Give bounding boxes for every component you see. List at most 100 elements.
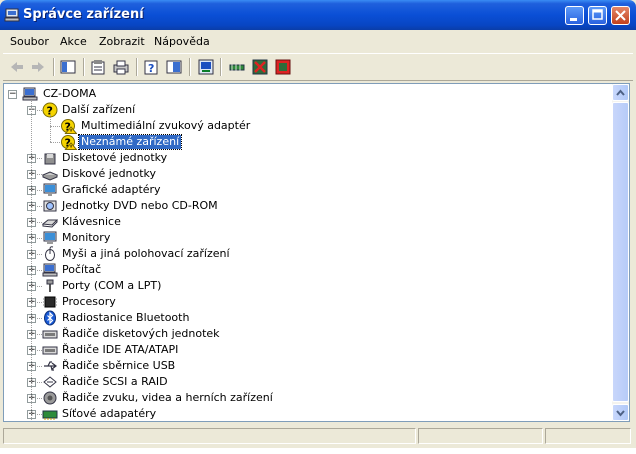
minimize-icon [570,18,577,21]
scsi-icon [43,376,57,388]
disable-device-icon[interactable] [251,58,269,76]
forward-arrow-icon[interactable] [29,58,47,76]
scroll-down-button[interactable] [612,404,629,421]
status-bar [3,426,633,446]
background-strip [0,448,636,454]
tree-category-label: Řadiče sběrnice USB [62,359,176,372]
tree-category[interactable]: + Grafické adaptéry [4,182,604,198]
tree-category-label: Jednotky DVD nebo CD-ROM [62,199,218,212]
device-tree[interactable]: − CZ-DOMA −? Další zařízení? Multimediální z… [3,83,630,422]
chevron-up-icon [616,89,625,96]
tree-category[interactable]: + Myši a jiná polohovací zařízení [4,246,604,262]
device-manager-window: Správce zařízení Soubor Akce Zobrazit Ná… [0,0,636,448]
network-adapter-icon [42,410,58,420]
help-icon[interactable]: ? [142,58,160,76]
toolbar-separator [136,58,138,76]
vertical-scrollbar[interactable] [612,84,629,421]
tree-category[interactable]: + Disketové jednotky [4,150,604,166]
tree-device[interactable]: ? Multimediální zvukový adaptér [4,118,604,134]
back-arrow-icon[interactable] [8,58,26,76]
properties-icon[interactable] [89,58,107,76]
tree-category[interactable]: + Počítač [4,262,604,278]
usb-icon [44,361,57,371]
keyboard-icon [42,219,58,228]
tree-device[interactable]: ? Neznámé zařízení [4,134,604,150]
tree-category-label: Diskové jednotky [62,167,157,180]
maximize-icon [592,9,603,20]
tree-root-label: CZ-DOMA [43,87,97,100]
tree-category[interactable]: + Klávesnice [4,214,604,230]
minimize-button[interactable] [565,6,584,25]
tree-device-label: Multimediální zvukový adaptér [81,119,251,132]
controller-icon [42,330,58,339]
warning-device-icon: ? [61,135,77,150]
tree-category-label: Řadiče zvuku, videa a herních zařízení [62,391,273,404]
tree-line [31,100,33,420]
scroll-up-button[interactable] [612,84,629,101]
floppy-drive-icon [44,153,56,165]
close-button[interactable] [611,6,630,25]
tree-category-label: Radiostanice Bluetooth [62,311,190,324]
tree-line [50,142,60,144]
tree-category[interactable]: + Diskové jednotky [4,166,604,182]
toolbar-separator [189,58,191,76]
collapse-icon[interactable]: − [8,90,17,99]
processor-icon [43,296,57,308]
device-manager-icon [4,8,20,22]
monitor-icon [43,231,57,244]
menu-help[interactable]: Nápověda [154,35,210,48]
scroll-thumb[interactable] [612,102,629,402]
tree-category[interactable]: + Porty (COM a LPT) [4,278,604,294]
warning-device-icon: ? [61,119,77,134]
toolbar: ? [3,53,633,81]
tree-category[interactable]: −? Další zařízení [4,102,604,118]
mouse-icon [45,246,55,261]
tree-category[interactable]: + Radiostanice Bluetooth [4,310,604,326]
scan-hardware-icon[interactable] [197,58,215,76]
print-icon[interactable] [112,58,130,76]
tree-category[interactable]: + Monitory [4,230,604,246]
tree-root-node[interactable]: − CZ-DOMA [4,86,604,102]
uninstall-device-icon[interactable] [274,58,292,76]
menu-bar: Soubor Akce Zobrazit Nápověda [3,31,633,52]
computer-icon [42,263,58,277]
tree-category[interactable]: + Řadiče sběrnice USB [4,358,604,374]
show-hide-tree-icon[interactable] [59,58,77,76]
toolbar-separator [220,58,222,76]
tree-category-label: Síťové adapatéry [62,407,157,420]
close-icon [615,10,626,21]
tree-device-label: Neznámé zařízení [77,134,183,150]
tree-category-label: Řadiče disketových jednotek [62,327,220,340]
display-adapter-icon [43,183,57,196]
window-title: Správce zařízení [23,7,144,22]
tree-category[interactable]: + Řadiče SCSI a RAID [4,374,604,390]
tree-category-label: Myši a jiná polohovací zařízení [62,247,230,260]
status-cell [545,428,631,444]
tree-category-label: Porty (COM a LPT) [62,279,162,292]
tree-category[interactable]: + Procesory [4,294,604,310]
tree-category-label: Klávesnice [62,215,121,228]
tree-category[interactable]: + Řadiče disketových jednotek [4,326,604,342]
menu-file[interactable]: Soubor [10,35,49,48]
menu-action[interactable]: Akce [60,35,87,48]
controller-icon [42,346,58,355]
tree-category[interactable]: + Jednotky DVD nebo CD-ROM [4,198,604,214]
tree-category-label: Řadiče IDE ATA/ATAPI [62,343,179,356]
tree-category[interactable]: + Síťové adapatéry [4,406,604,421]
tree-category-label: Grafické adaptéry [62,183,161,196]
hard-disk-icon [42,171,58,181]
title-bar[interactable]: Správce zařízení [0,0,636,30]
tree-category-label: Počítač [62,263,102,276]
view-icon[interactable] [165,58,183,76]
tree-line [50,115,52,142]
tree-category-label: Procesory [62,295,116,308]
maximize-button[interactable] [588,6,607,25]
cdrom-icon [43,200,57,212]
tree-category-label: Řadiče SCSI a RAID [62,375,168,388]
toolbar-separator [83,58,85,76]
tree-category-label: Disketové jednotky [62,151,168,164]
update-driver-icon[interactable] [228,58,246,76]
tree-category[interactable]: + Řadiče IDE ATA/ATAPI [4,342,604,358]
tree-category[interactable]: + Řadiče zvuku, videa a herních zařízení [4,390,604,406]
menu-view[interactable]: Zobrazit [99,35,145,48]
